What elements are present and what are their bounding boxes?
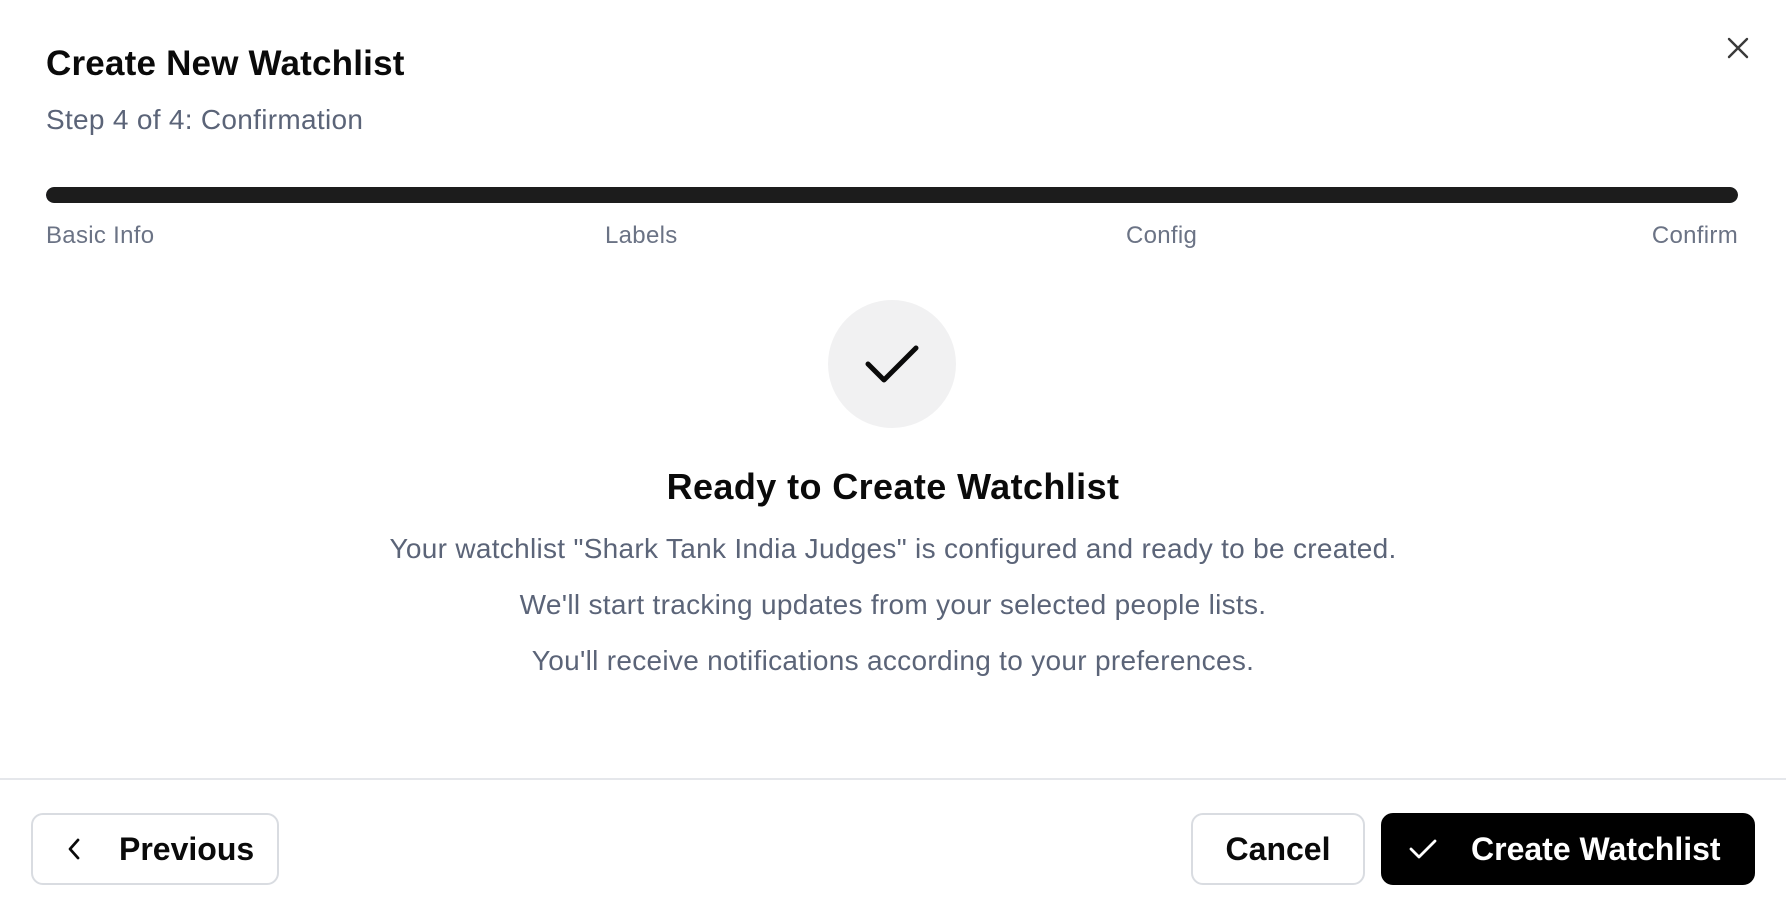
- previous-label: Previous: [119, 830, 255, 867]
- create-watchlist-button[interactable]: Create Watchlist: [1381, 813, 1755, 885]
- close-button[interactable]: [1718, 28, 1758, 68]
- previous-button[interactable]: Previous: [31, 813, 279, 885]
- confirmation-heading: Ready to Create Watchlist: [666, 466, 1120, 507]
- progress-fill: [46, 187, 1738, 203]
- confirmation-line-3: You'll receive notifications according t…: [531, 645, 1255, 676]
- progress-bar: [46, 187, 1738, 203]
- step-label-config: Config: [1126, 222, 1198, 249]
- step-label-labels: Labels: [605, 222, 678, 249]
- cancel-label: Cancel: [1225, 830, 1331, 867]
- cancel-button[interactable]: Cancel: [1191, 813, 1365, 885]
- confirmation-line-1: Your watchlist "Shark Tank India Judges"…: [389, 533, 1397, 564]
- dialog-title: Create New Watchlist: [46, 44, 405, 83]
- footer-divider: [0, 778, 1786, 780]
- confirmation-line-2: We'll start tracking updates from your s…: [519, 589, 1267, 620]
- close-icon: [1727, 37, 1749, 59]
- success-badge: [828, 300, 956, 428]
- check-icon: [1409, 839, 1437, 859]
- step-label-confirm: Confirm: [1651, 222, 1738, 249]
- dialog-subtitle: Step 4 of 4: Confirmation: [46, 104, 364, 135]
- create-watchlist-dialog: Create New Watchlist Step 4 of 4: Confir…: [0, 0, 1786, 916]
- step-label-basic-info: Basic Info: [46, 222, 155, 249]
- create-watchlist-label: Create Watchlist: [1471, 830, 1721, 867]
- chevron-left-icon: [68, 838, 80, 860]
- check-icon: [865, 345, 919, 383]
